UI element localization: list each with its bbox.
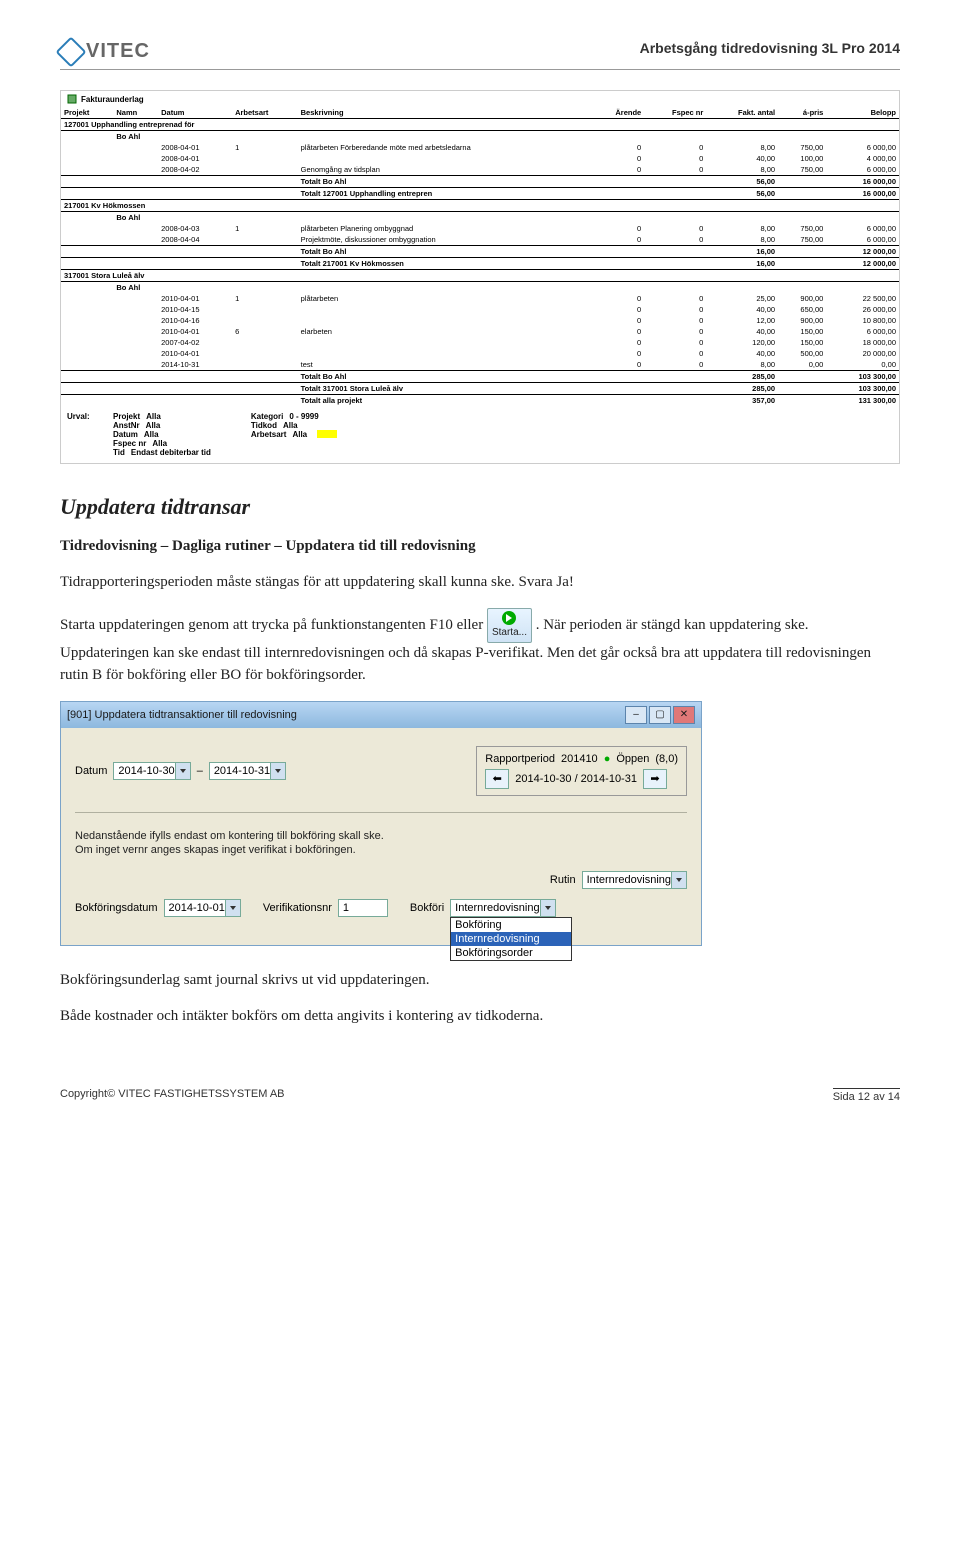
bokdatum-label: Bokföringsdatum [75, 902, 158, 914]
date-to-input[interactable]: 2014-10-31 [209, 762, 286, 780]
period-status: Öppen [616, 753, 649, 765]
option-bokforing[interactable]: Bokföring [451, 918, 571, 932]
period-status2: (8,0) [655, 753, 678, 765]
para-start: Starta uppdateringen genom att trycka på… [60, 608, 900, 687]
section-heading: Uppdatera tidtransar [60, 494, 900, 520]
dialog-title: [901] Uppdatera tidtransaktioner till re… [67, 709, 297, 721]
page-header: VITEC Arbetsgång tidredovisning 3L Pro 2… [60, 40, 900, 70]
close-button[interactable]: ✕ [673, 706, 695, 724]
minimize-button[interactable]: – [625, 706, 647, 724]
logo-icon [55, 36, 86, 67]
report-fakturaunderlag: Fakturaunderlag ProjektNamnDatumArbetsar… [60, 90, 900, 464]
option-bokforingsorder[interactable]: Bokföringsorder [451, 946, 571, 960]
next-period-button[interactable]: ➡ [643, 769, 667, 789]
para-close-period: Tidrapporteringsperioden måste stängas f… [60, 572, 900, 594]
play-icon [502, 611, 516, 625]
update-dialog: [901] Uppdatera tidtransaktioner till re… [60, 701, 702, 947]
rapport-label: Rapportperiod [485, 753, 555, 765]
ver-label: Verifikationsnr [263, 902, 332, 914]
report-footer: Urval:Projekt AllaAnstNr AllaDatum AllaF… [61, 406, 899, 463]
prev-period-button[interactable]: ⬅ [485, 769, 509, 789]
bokdatum-input[interactable]: 2014-10-01 [164, 899, 241, 917]
note-line2: Om inget vernr anges skapas inget verifi… [75, 843, 687, 857]
option-internredovisning[interactable]: Internredovisning [451, 932, 571, 946]
report-title: Fakturaunderlag [61, 91, 899, 107]
page-footer: Copyright© VITEC FASTIGHETSSYSTEM AB Sid… [60, 1088, 900, 1103]
rutin-label: Rutin [550, 874, 576, 886]
report-title-text: Fakturaunderlag [81, 95, 144, 104]
page-number: Sida 12 av 14 [833, 1088, 900, 1103]
bokforing-label: Bokföri [410, 902, 444, 914]
para-kostnader: Både kostnader och intäkter bokförs om d… [60, 1006, 900, 1028]
period-range: 2014-10-30 / 2014-10-31 [515, 773, 637, 785]
logo: VITEC [60, 40, 150, 63]
nav-path: Tidredovisning – Dagliga rutiner – Uppda… [60, 536, 900, 558]
rapport-value: 201410 [561, 753, 598, 765]
ver-input[interactable] [338, 899, 388, 917]
dialog-titlebar: [901] Uppdatera tidtransaktioner till re… [61, 702, 701, 728]
para-journal: Bokföringsunderlag samt journal skrivs u… [60, 970, 900, 992]
para3a: Starta uppdateringen genom att trycka på… [60, 617, 487, 633]
bokforing-select[interactable]: Internredovisning [450, 899, 555, 917]
bokforing-dropdown[interactable]: Bokföring Internredovisning Bokföringsor… [450, 917, 572, 961]
copyright: Copyright© VITEC FASTIGHETSSYSTEM AB [60, 1088, 285, 1103]
note-line1: Nedanstående ifylls endast om kontering … [75, 829, 687, 843]
header-title: Arbetsgång tidredovisning 3L Pro 2014 [640, 40, 900, 56]
period-nav: Rapportperiod 201410 ● Öppen (8,0) ⬅ 201… [476, 746, 687, 796]
start-label: Starta... [492, 627, 527, 638]
logo-text: VITEC [86, 40, 150, 63]
maximize-button[interactable]: ▢ [649, 706, 671, 724]
date-from-input[interactable]: 2014-10-30 [113, 762, 190, 780]
report-icon [67, 94, 77, 104]
start-button[interactable]: Starta... [487, 608, 532, 644]
datum-label: Datum [75, 765, 107, 777]
report-table: ProjektNamnDatumArbetsartBeskrivningÄren… [61, 107, 899, 406]
rutin-select[interactable]: Internredovisning [582, 871, 687, 889]
